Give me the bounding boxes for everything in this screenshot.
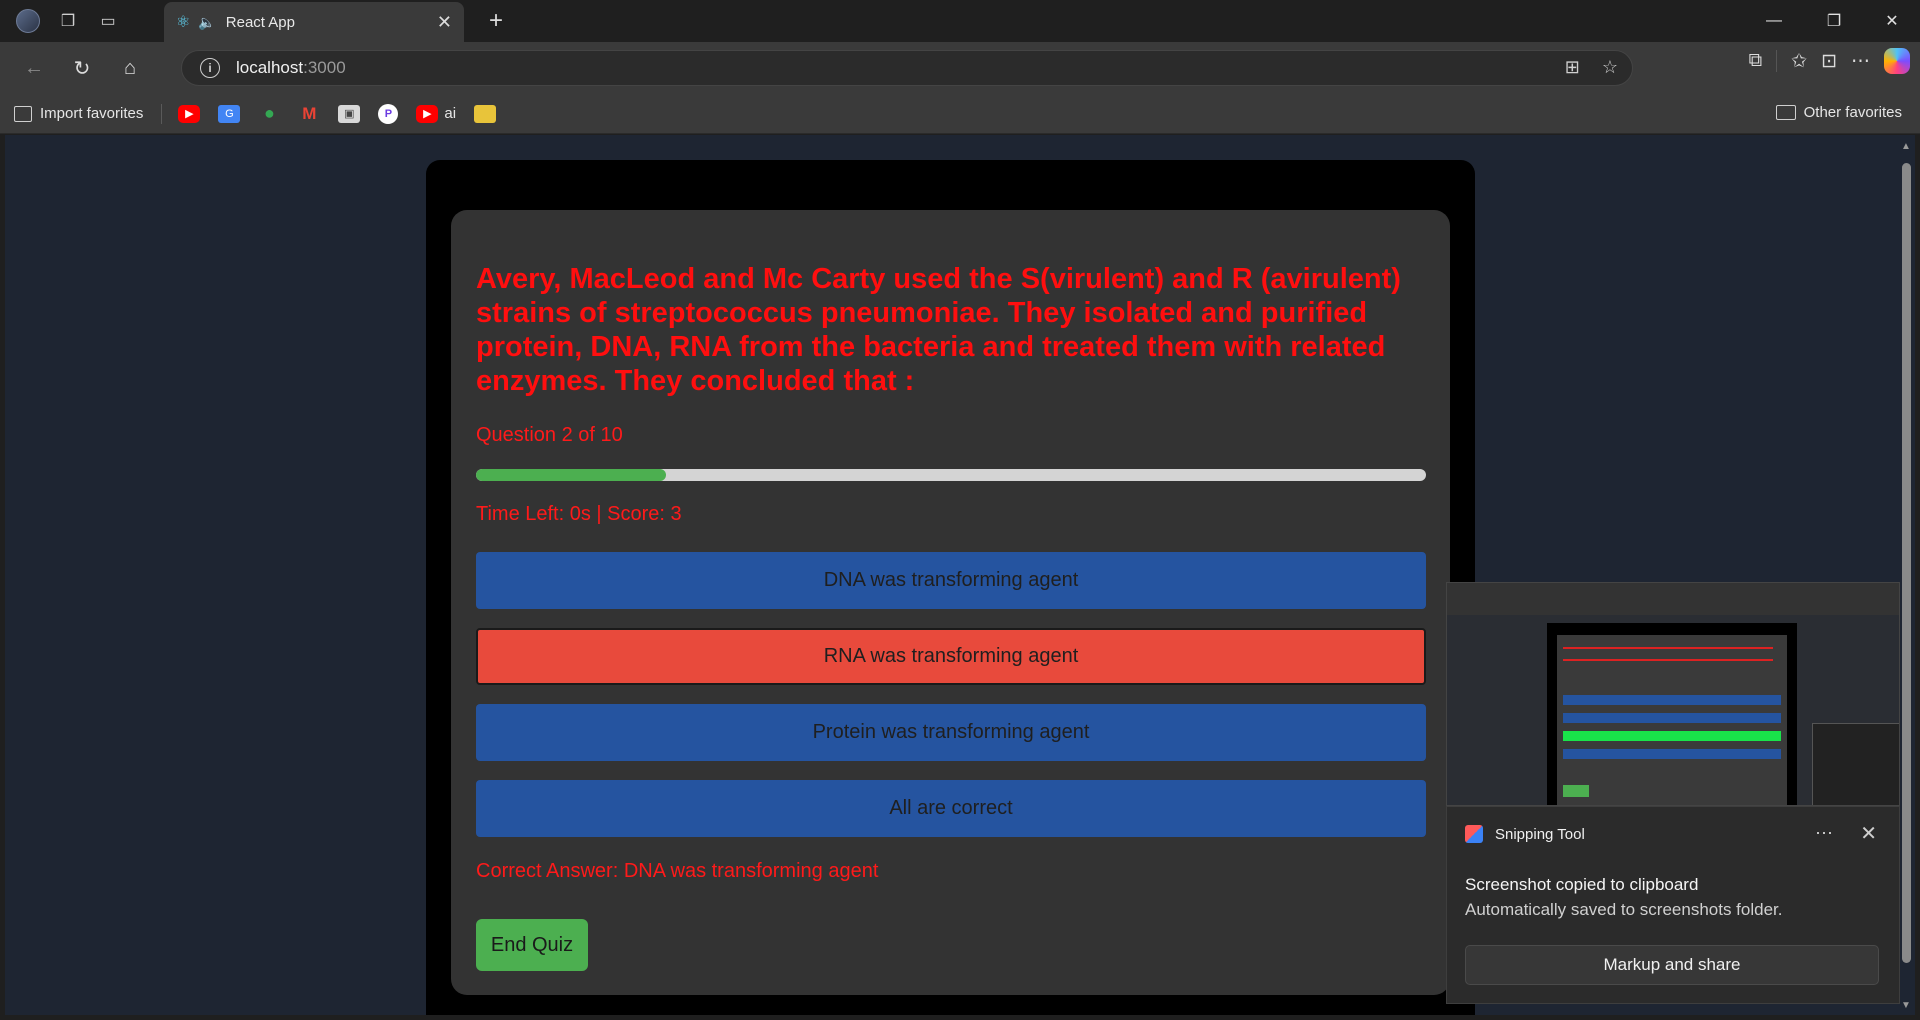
notification-close-icon[interactable]: ✕ [1860,821,1877,846]
app-container: Avery, MacLeod and Mc Carty used the S(v… [426,160,1475,1015]
progress-bar [476,469,1426,481]
import-favorites-button[interactable]: Import favorites [14,105,143,122]
url-field[interactable]: i localhost:3000 ⊞ ☆ [181,50,1633,86]
thumbnail-option [1563,695,1781,705]
restore-button[interactable]: ❐ [1806,0,1862,42]
url-port: :3000 [303,58,346,77]
progress-fill [476,469,666,481]
notification-subtitle: Automatically saved to screenshots folde… [1465,900,1783,919]
gmail-icon[interactable]: M [298,104,320,123]
scroll-up-icon[interactable]: ▲ [1901,141,1911,152]
screenshot-thumbnail[interactable] [1446,582,1900,806]
pp-icon[interactable]: P [378,103,399,124]
timer-score-status: Time Left: 0s | Score: 3 [476,503,682,525]
favorites-icon[interactable]: ✩ [1791,50,1807,73]
google-maps-icon[interactable]: ● [258,103,280,123]
other-favorites-label: Other favorites [1803,104,1902,121]
thumbnail-option-correct [1563,731,1781,741]
scroll-down-icon[interactable]: ▼ [1901,1000,1911,1011]
youtube-icon: ▶ [416,104,439,123]
refresh-icon[interactable]: ↻ [58,48,106,88]
question-counter: Question 2 of 10 [476,424,623,446]
home-icon[interactable]: ⌂ [106,48,154,88]
option-button-selected-wrong[interactable]: RNA was transforming agent [476,628,1426,685]
profile-button[interactable] [8,0,48,42]
end-quiz-button[interactable]: End Quiz [476,919,588,971]
avatar [16,9,40,33]
thumbnail-browser-chrome [1447,583,1899,615]
snipping-tool-icon [1465,825,1483,843]
snipping-tool-notification[interactable]: Snipping Tool ⋯ ✕ Screenshot copied to c… [1446,806,1900,1004]
thumbnail-option [1563,749,1781,759]
favorites-divider [161,103,163,124]
import-icon [14,105,32,122]
option-button[interactable]: DNA was transforming agent [476,552,1426,609]
favorites-bar: Import favorites ▶ G ● M ▣ P ▶ ai Other … [0,94,1920,134]
copilot-icon[interactable] [1884,48,1910,74]
option-button[interactable]: All are correct [476,780,1426,837]
minimize-button[interactable]: ― [1746,0,1802,42]
thumbnail-question [1563,647,1773,661]
close-window-button[interactable]: ✕ [1864,0,1920,42]
tab-actions-icon[interactable]: ▭ [88,0,128,42]
react-logo-icon: ⚛ [176,14,191,31]
tab-react-app[interactable]: ⚛ 🔈 React App ✕ [164,2,464,42]
tab-title: React App [225,13,295,31]
address-bar-row: ← ↻ ⌂ i localhost:3000 ⊞ ☆ ⧉ ✩ ⊡ ⋯ [0,42,1920,94]
new-tab-button[interactable]: + [476,0,516,42]
notification-header: Snipping Tool [1465,825,1585,843]
notification-app-name: Snipping Tool [1495,825,1585,843]
photos-icon[interactable]: ▣ [338,104,361,123]
question-text: Avery, MacLeod and Mc Carty used the S(v… [476,263,1401,397]
folder-icon [1775,105,1796,120]
page-scrollbar[interactable]: ▲ ▼ [1898,135,1915,1015]
close-tab-icon[interactable]: ✕ [437,12,452,33]
correct-answer-text: Correct Answer: DNA was transforming age… [476,860,879,882]
thumbnail-quiz-card [1557,635,1787,805]
notification-title: Screenshot copied to clipboard [1465,875,1699,894]
toolbar-divider [1776,50,1778,72]
favorite-star-icon[interactable]: ☆ [1602,57,1618,78]
thumbnail-side-window [1812,723,1899,805]
scroll-thumb[interactable] [1902,163,1911,963]
thumbnail-end-button [1563,785,1589,797]
thumbnail-option [1563,713,1781,723]
favorite-ai-label: ai [444,105,457,122]
answer-options: DNA was transforming agent RNA was trans… [476,552,1426,837]
workspaces-icon[interactable]: ❒ [48,0,88,42]
image-icon[interactable] [474,104,497,123]
quiz-card: Avery, MacLeod and Mc Carty used the S(v… [451,210,1450,995]
app-available-icon[interactable]: ⊞ [1565,57,1580,78]
speaker-icon[interactable]: 🔈 [198,14,215,31]
more-menu-icon[interactable]: ⋯ [1851,50,1870,73]
site-info-icon[interactable]: i [200,58,220,78]
other-favorites-button[interactable]: Other favorites [1775,104,1902,121]
url-host: localhost [236,58,304,77]
thumbnail-page [1547,623,1797,805]
back-arrow-icon[interactable]: ← [10,48,58,88]
screenshot-icon[interactable]: ⊡ [1821,50,1837,73]
extensions-icon[interactable]: ⧉ [1749,50,1763,72]
markup-and-share-button[interactable]: Markup and share [1465,945,1879,985]
option-button[interactable]: Protein was transforming agent [476,704,1426,761]
favorite-ai[interactable]: ▶ ai [416,104,457,123]
import-favorites-label: Import favorites [40,105,144,122]
notification-more-icon[interactable]: ⋯ [1815,823,1833,844]
google-translate-icon[interactable]: G [218,104,241,123]
youtube-icon[interactable]: ▶ [178,104,201,123]
